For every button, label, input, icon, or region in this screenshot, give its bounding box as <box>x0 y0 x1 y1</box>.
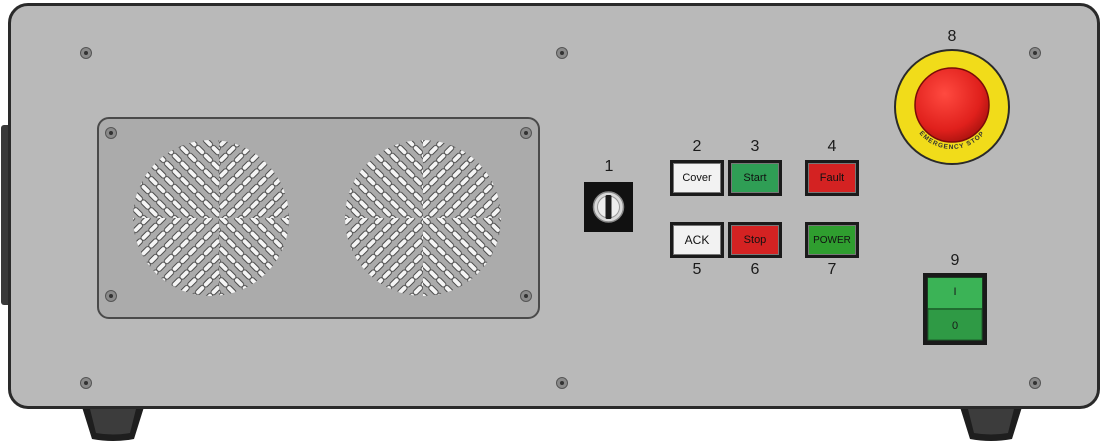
rocker-body <box>927 277 983 341</box>
vent-screw <box>105 290 117 302</box>
fault-label: Fault <box>808 163 856 193</box>
key-icon <box>592 191 625 223</box>
ack-label: ACK <box>673 225 721 255</box>
ack-button[interactable]: ACK <box>670 222 724 258</box>
start-label: Start <box>731 163 779 193</box>
cover-button-number: 2 <box>692 138 702 155</box>
cover-indicator: Cover <box>670 160 724 196</box>
switch-off-mark: 0 <box>951 320 959 332</box>
key-switch-number: 1 <box>604 158 614 175</box>
vent-screw <box>520 290 532 302</box>
panel-screw <box>80 47 92 59</box>
stop-button[interactable]: Stop <box>728 222 782 258</box>
stop-label: Stop <box>731 225 779 255</box>
switch-on-mark: I <box>953 286 957 298</box>
power-indicator: POWER <box>805 222 859 258</box>
vent-plate <box>97 117 540 319</box>
panel-screw <box>1029 47 1041 59</box>
emergency-stop-button[interactable]: EMERGENCY STOP <box>893 48 1011 166</box>
panel-screw <box>556 47 568 59</box>
panel-screw <box>556 377 568 389</box>
main-switch-number: 9 <box>950 252 960 269</box>
right-foot <box>960 407 1022 441</box>
key-switch[interactable] <box>584 182 633 232</box>
fault-indicator-number: 4 <box>827 138 837 155</box>
vent-screw <box>520 127 532 139</box>
main-rocker-switch[interactable]: I 0 <box>923 273 987 345</box>
stop-button-number: 6 <box>750 261 760 278</box>
left-foot <box>82 407 144 441</box>
start-button[interactable]: Start <box>728 160 782 196</box>
power-label: POWER <box>808 225 856 255</box>
ack-button-number: 5 <box>692 261 702 278</box>
panel-screw <box>80 377 92 389</box>
start-button-number: 3 <box>750 138 760 155</box>
vent-grille <box>133 140 501 296</box>
power-indicator-number: 7 <box>827 261 837 278</box>
panel-screw <box>1029 377 1041 389</box>
vent-screw <box>105 127 117 139</box>
cover-label: Cover <box>673 163 721 193</box>
fault-indicator: Fault <box>805 160 859 196</box>
emergency-stop-number: 8 <box>947 28 957 45</box>
